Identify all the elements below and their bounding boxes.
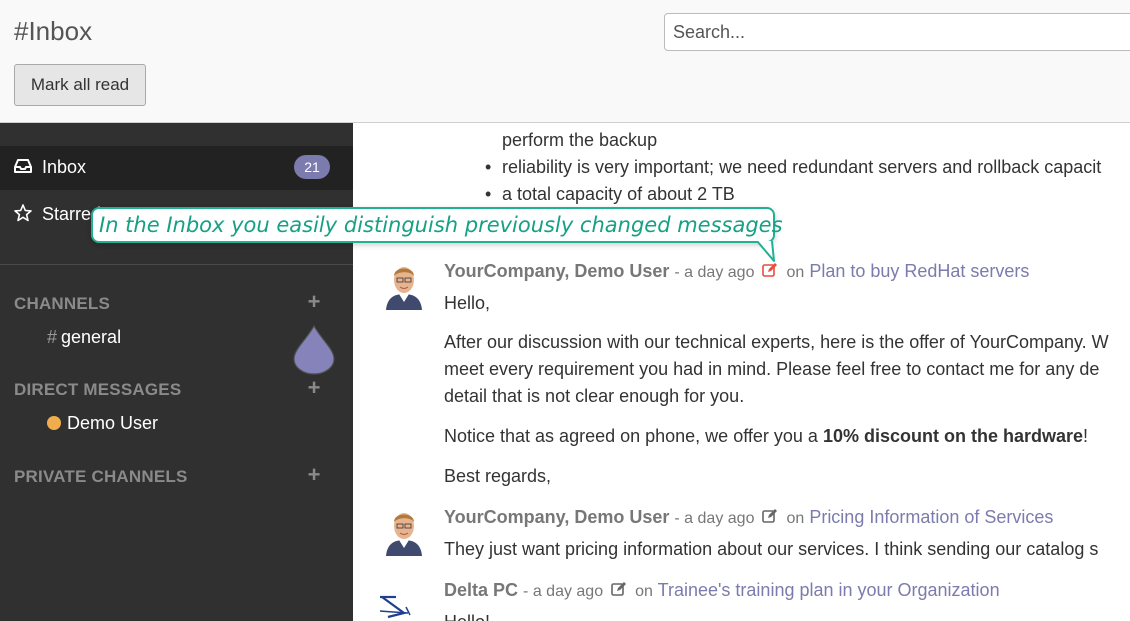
page-title: #Inbox [14,16,93,46]
sidebar: Inbox 21 Starred CHANNELS + # general DIR… [0,123,353,621]
direct-messages-section-title: DIRECT MESSAGES [14,380,182,399]
tooltip-text: In the Inbox you easily distinguish prev… [99,213,783,237]
bullet-item: a total capacity of about 2 TB [485,181,1101,208]
message-author[interactable]: YourCompany, Demo User [444,507,669,527]
edited-icon [762,263,778,277]
direct-message-item[interactable]: Demo User [47,413,158,434]
message-header: YourCompany, Demo User - a day ago on Pl… [444,261,1029,282]
message-body: Notice that as agreed on phone, we offer… [444,423,1088,450]
message-author[interactable]: Delta PC [444,580,518,600]
inbox-icon [14,159,32,173]
message-author[interactable]: YourCompany, Demo User [444,261,669,281]
message-timestamp: - a day ago [674,510,755,527]
bullet-item: reliability is very important; we need r… [485,154,1101,181]
message-body: meet every requirement you had in mind. … [444,359,1100,379]
channel-hash: # [47,327,58,347]
message-header: Delta PC - a day ago on Trainee's traini… [444,580,1000,601]
tour-tooltip: In the Inbox you easily distinguish prev… [91,207,783,243]
record-link[interactable]: Plan to buy RedHat servers [809,261,1029,281]
channels-section-title: CHANNELS [14,294,111,313]
avatar[interactable] [384,260,424,310]
message-thread: perform the backup reliability is very i… [354,123,1130,621]
edit-icon [611,582,627,596]
on-label: on [786,264,805,281]
sidebar-item-inbox[interactable]: Inbox 21 [0,146,353,190]
message-body: Hello, [444,293,491,313]
add-private-channel-button[interactable]: + [305,462,323,488]
sidebar-divider [0,264,353,265]
avatar[interactable] [384,506,424,556]
message-body: They just want pricing information about… [444,539,1099,559]
channel-item-general[interactable]: # general [47,327,121,348]
add-direct-message-button[interactable]: + [305,375,323,401]
tour-drop-icon[interactable] [293,325,335,375]
message-body: Best regards, [444,466,552,486]
add-channel-button[interactable]: + [305,289,323,315]
mark-all-read-button[interactable]: Mark all read [14,64,146,106]
notice-end: ! [1083,426,1089,446]
message-timestamp: - a day ago [674,264,755,281]
private-channels-section-title: PRIVATE CHANNELS [14,467,188,486]
control-panel: #Inbox Mark all read [0,0,1130,123]
bullet-item: perform the backup [502,130,658,150]
direct-message-name: Demo User [67,413,159,433]
notice-text: Notice that as agreed on phone, we offer… [444,426,823,446]
search-input[interactable] [664,13,1130,51]
message-body: Hello! [444,609,490,621]
message-timestamp: - a day ago [523,583,604,600]
delta-logo-avatar[interactable] [378,583,428,621]
star-icon [14,204,32,222]
record-link[interactable]: Pricing Information of Services [809,507,1053,527]
message-body: After our discussion with our technical … [444,332,1109,352]
unread-count-badge: 21 [294,155,330,179]
message-bullet-list: perform the backup reliability is very i… [485,127,1101,208]
record-link[interactable]: Trainee's training plan in your Organiza… [658,580,1000,600]
message-header: YourCompany, Demo User - a day ago on Pr… [444,507,1053,528]
sidebar-item-label: Inbox [42,157,87,177]
tooltip-pointer [756,241,775,262]
message-body: detail that is not clear enough for you. [444,386,745,406]
edit-icon [762,509,778,523]
notice-bold: 10% discount on the hardware [822,426,1083,446]
on-label: on [786,510,805,527]
on-label: on [635,583,653,600]
status-dot [47,416,61,430]
channel-name: general [61,327,122,347]
